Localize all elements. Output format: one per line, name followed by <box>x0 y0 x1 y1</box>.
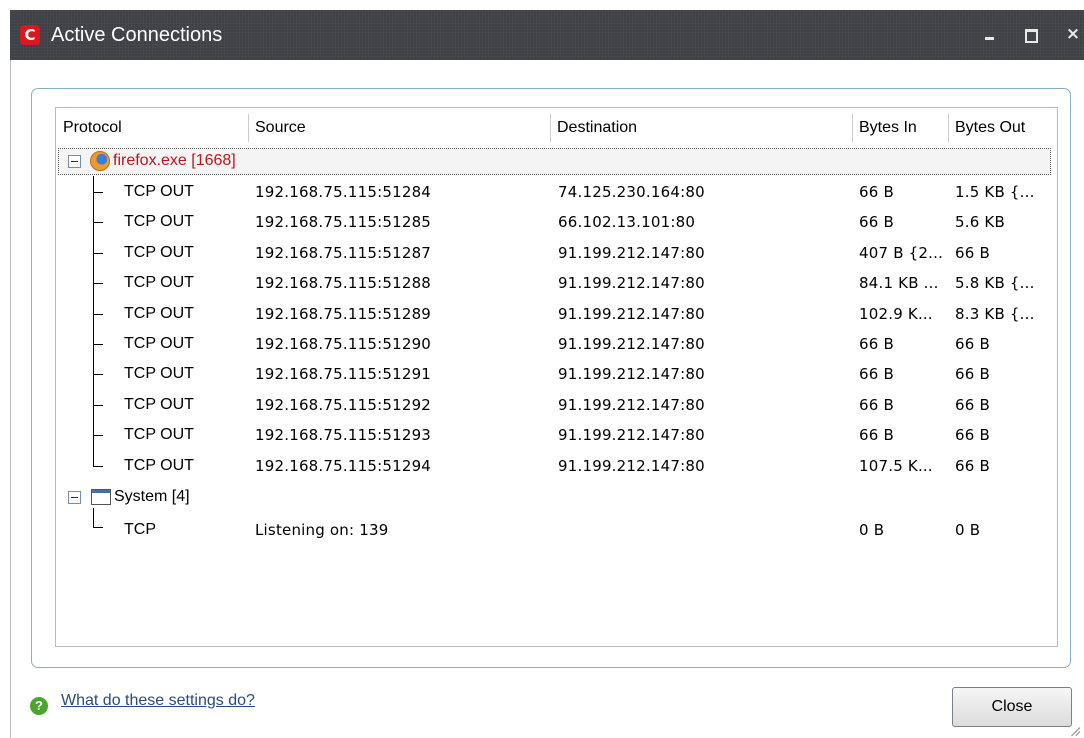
cell-bytes-in: 66 B <box>859 183 894 201</box>
help-link[interactable]: What do these settings do? <box>61 690 255 712</box>
cell-bytes-out: 66 B <box>955 426 990 444</box>
cell-protocol: TCP OUT <box>124 183 194 200</box>
maximize-button[interactable] <box>1020 23 1042 45</box>
cell-destination: 91.199.212.147:80 <box>558 426 705 444</box>
collapse-icon[interactable] <box>68 155 81 168</box>
cell-source: 192.168.75.115:51287 <box>255 244 432 262</box>
firefox-icon <box>90 151 110 171</box>
column-header-source[interactable]: Source <box>249 110 549 146</box>
cell-source: 192.168.75.115:51285 <box>255 213 432 231</box>
cell-destination: 91.199.212.147:80 <box>558 305 705 323</box>
cell-destination: 91.199.212.147:80 <box>558 457 705 475</box>
collapse-icon[interactable] <box>68 491 81 504</box>
tree-line <box>93 466 103 467</box>
cell-bytes-in: 66 B <box>859 396 894 414</box>
cell-destination: 66.102.13.101:80 <box>558 213 696 231</box>
tree-line <box>93 314 103 315</box>
tree-line <box>93 405 103 406</box>
cell-protocol: TCP <box>124 521 156 538</box>
cell-bytes-in: 66 B <box>859 426 894 444</box>
tree-line <box>93 508 94 527</box>
cell-bytes-out: 66 B <box>955 457 990 475</box>
cell-destination: 74.125.230.164:80 <box>558 183 705 201</box>
cell-protocol: TCP OUT <box>124 244 194 261</box>
column-header-bytes-out[interactable]: Bytes Out <box>949 110 1049 146</box>
cell-bytes-out: 66 B <box>955 244 990 262</box>
window-title: Active Connections <box>51 24 223 46</box>
cell-bytes-in: 407 B {2... <box>859 244 944 262</box>
cell-bytes-out: 66 B <box>955 396 990 414</box>
column-header-bytes-in[interactable]: Bytes In <box>853 110 947 146</box>
cell-protocol: TCP OUT <box>124 396 194 413</box>
cell-bytes-out: 66 B <box>955 335 990 353</box>
tree-line <box>93 435 103 436</box>
connections-list[interactable] <box>55 107 1058 647</box>
cell-bytes-out: 66 B <box>955 365 990 383</box>
tree-line <box>93 527 103 528</box>
cell-destination: 91.199.212.147:80 <box>558 335 705 353</box>
comodo-logo-icon: C <box>20 25 40 45</box>
close-window-button[interactable]: × <box>1062 23 1084 45</box>
window-icon <box>91 489 111 505</box>
cell-bytes-in: 102.9 K... <box>859 305 933 323</box>
cell-source: 192.168.75.115:51292 <box>255 396 432 414</box>
cell-bytes-out: 5.8 KB {... <box>955 274 1035 292</box>
cell-bytes-out: 0 B <box>955 521 981 539</box>
cell-source: 192.168.75.115:51294 <box>255 457 432 475</box>
cell-source: 192.168.75.115:51293 <box>255 426 432 444</box>
cell-source: 192.168.75.115:51290 <box>255 335 432 353</box>
cell-source: Listening on: 139 <box>255 521 389 539</box>
cell-destination: 91.199.212.147:80 <box>558 274 705 292</box>
cell-protocol: TCP OUT <box>124 305 194 322</box>
process-name-firefox: firefox.exe [1668] <box>113 152 236 169</box>
tree-line <box>93 283 103 284</box>
cell-source: 192.168.75.115:51291 <box>255 365 432 383</box>
tree-line <box>93 176 94 466</box>
column-header-protocol[interactable]: Protocol <box>57 110 247 146</box>
help-icon: ? <box>30 697 48 715</box>
cell-protocol: TCP OUT <box>124 335 194 352</box>
cell-bytes-out: 5.6 KB <box>955 213 1005 231</box>
cell-bytes-out: 1.5 KB {... <box>955 183 1035 201</box>
cell-destination: 91.199.212.147:80 <box>558 365 705 383</box>
cell-protocol: TCP OUT <box>124 365 194 382</box>
cell-destination: 91.199.212.147:80 <box>558 244 705 262</box>
tree-line <box>93 374 103 375</box>
close-button[interactable]: Close <box>952 687 1072 727</box>
tree-line <box>93 222 103 223</box>
cell-protocol: TCP OUT <box>124 426 194 443</box>
cell-bytes-in: 66 B <box>859 213 894 231</box>
cell-protocol: TCP OUT <box>124 274 194 291</box>
cell-protocol: TCP OUT <box>124 457 194 474</box>
cell-destination: 91.199.212.147:80 <box>558 396 705 414</box>
title-bar[interactable]: C Active Connections × <box>10 10 1084 60</box>
cell-bytes-out: 8.3 KB {... <box>955 305 1035 323</box>
minimize-button[interactable] <box>980 23 1002 45</box>
cell-bytes-in: 66 B <box>859 365 894 383</box>
tree-line <box>93 192 103 193</box>
tree-line <box>93 344 103 345</box>
cell-bytes-in: 84.1 KB ... <box>859 274 939 292</box>
cell-protocol: TCP OUT <box>124 213 194 230</box>
cell-bytes-in: 66 B <box>859 335 894 353</box>
process-name-system: System [4] <box>114 488 190 505</box>
cell-bytes-in: 107.5 K... <box>859 457 933 475</box>
tree-line <box>93 253 103 254</box>
column-header-destination[interactable]: Destination <box>551 110 851 146</box>
cell-source: 192.168.75.115:51288 <box>255 274 432 292</box>
cell-source: 192.168.75.115:51289 <box>255 305 432 323</box>
cell-bytes-in: 0 B <box>859 521 885 539</box>
resize-grip-icon[interactable] <box>1066 718 1082 734</box>
cell-source: 192.168.75.115:51284 <box>255 183 432 201</box>
